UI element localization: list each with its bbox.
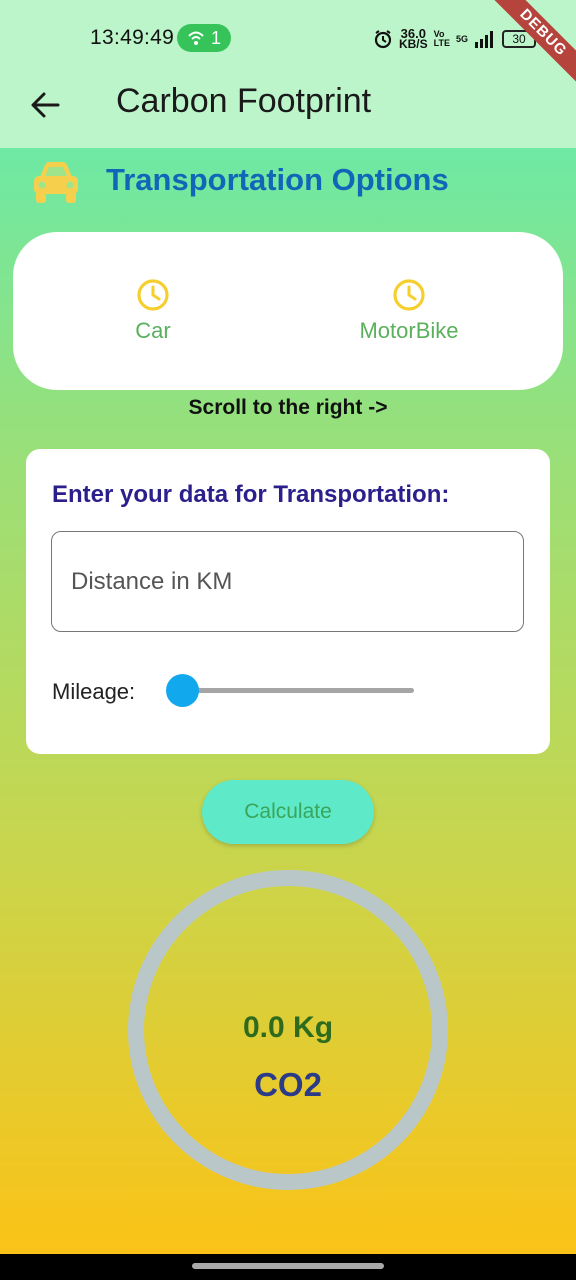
section-title: Transportation Options (106, 162, 449, 197)
option-label: MotorBike (359, 318, 459, 343)
home-gesture-handle[interactable] (192, 1263, 384, 1269)
data-entry-title: Enter your data for Transportation: (52, 481, 450, 508)
scroll-hint: Scroll to the right -> (188, 396, 388, 419)
co2-result-unit: CO2 (254, 1066, 322, 1103)
top-bar: 13:49:49 1 36.0 KB/S Vo LTE 5G 30 DEBUG … (0, 0, 576, 148)
data-entry-card: Enter your data for Transportation: Mile… (26, 449, 550, 754)
co2-result-value: 0.0 Kg (242, 1011, 334, 1044)
option-motorbike[interactable]: MotorBike (329, 278, 489, 344)
calculate-button[interactable]: Calculate (202, 780, 374, 844)
net-speed: 36.0 KB/S (398, 27, 428, 51)
network-tag: 5G (455, 33, 468, 44)
hotspot-icon (188, 31, 204, 45)
net-speed-unit: KB/S (398, 37, 428, 51)
section-header (30, 158, 82, 206)
option-label: Car (135, 318, 171, 343)
distance-input[interactable] (51, 531, 524, 632)
alarm-icon (374, 30, 392, 49)
status-icons: 36.0 KB/S Vo LTE 5G 30 (373, 24, 536, 54)
mileage-slider-thumb[interactable] (165, 674, 199, 707)
screen: 13:49:49 1 36.0 KB/S Vo LTE 5G 30 DEBUG … (0, 0, 576, 1280)
signal-icon (475, 31, 493, 48)
volte-indicator: Vo LTE (434, 30, 450, 48)
network-type: 5G (455, 33, 468, 44)
clock-icon (393, 279, 425, 311)
arrow-left-icon (31, 92, 60, 118)
transport-options-card: Car MotorBike (13, 232, 563, 390)
clock-icon (137, 279, 169, 311)
mileage-slider[interactable] (182, 688, 414, 693)
hotspot-count: 1 (210, 27, 221, 48)
car-icon (34, 162, 78, 203)
mileage-label: Mileage: (52, 679, 136, 704)
hotspot-indicator: 1 (177, 24, 231, 52)
option-car[interactable]: Car (73, 278, 233, 344)
lte-tag: LTE (433, 38, 450, 48)
back-button[interactable] (24, 84, 66, 126)
app-title: Carbon Footprint (116, 82, 372, 120)
status-time: 13:49:49 (90, 26, 175, 49)
battery-level: 30 (512, 32, 526, 46)
